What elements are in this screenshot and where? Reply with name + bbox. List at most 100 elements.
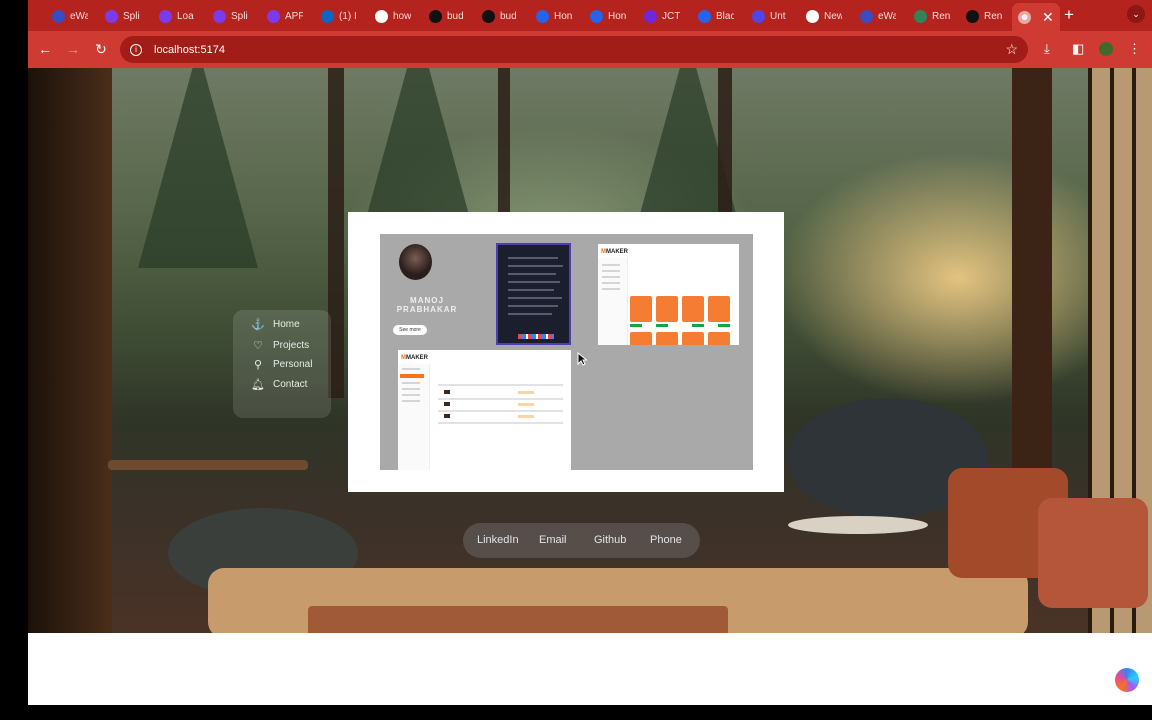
tab-17[interactable]: Ren bbox=[966, 4, 1002, 28]
profile-avatar[interactable] bbox=[1099, 42, 1113, 56]
tab-5[interactable]: (1) I bbox=[321, 4, 357, 28]
tab-12[interactable]: Blac bbox=[698, 4, 734, 28]
nav-item-personal[interactable]: ⚲ Personal bbox=[251, 358, 313, 371]
shot-line bbox=[508, 265, 563, 267]
globe-icon: ◍ bbox=[1018, 10, 1031, 24]
tab-0[interactable]: eWa bbox=[52, 4, 88, 28]
tab-label: JCT bbox=[662, 10, 680, 22]
shot-product bbox=[708, 332, 730, 345]
nav-item-contact[interactable]: 🔔︎ Contact bbox=[251, 378, 307, 391]
shot-row bbox=[438, 422, 563, 424]
back-arrow-icon[interactable]: ← bbox=[36, 40, 54, 58]
social-link-phone[interactable]: Phone bbox=[650, 534, 682, 546]
shot-sidebar-line bbox=[602, 276, 620, 278]
nav-item-label: Personal bbox=[273, 359, 313, 370]
scene-left-frame bbox=[28, 68, 112, 633]
tab-active[interactable]: ◍ ✕ bbox=[1012, 3, 1060, 31]
apf-icon bbox=[267, 9, 280, 23]
shot-thumb bbox=[444, 390, 450, 394]
project-preview-card[interactable]: MANOJ PRABHAKAR See more MMAKER MMAKER bbox=[348, 212, 784, 492]
shot-button bbox=[630, 324, 642, 327]
c-icon bbox=[536, 9, 549, 23]
shot-row bbox=[438, 398, 563, 400]
download-icon[interactable]: ⤓ bbox=[1044, 41, 1050, 57]
shot-sidebar bbox=[398, 364, 430, 470]
social-link-github[interactable]: Github bbox=[594, 534, 626, 546]
heart-icon: ♡ bbox=[253, 340, 263, 352]
preview-shot-table: MMAKER bbox=[398, 350, 571, 470]
shot-sidebar-line bbox=[402, 394, 420, 396]
tab-3[interactable]: Spli bbox=[213, 4, 249, 28]
tab-11[interactable]: JCT bbox=[644, 4, 680, 28]
preview-name: MANOJ PRABHAKAR bbox=[396, 296, 458, 314]
shot-product bbox=[630, 332, 652, 345]
shot-product bbox=[630, 296, 652, 322]
tab-6[interactable]: how bbox=[375, 4, 411, 28]
url-text: localhost:5174 bbox=[154, 43, 225, 56]
shot-line bbox=[508, 281, 560, 283]
shot-button bbox=[692, 324, 704, 327]
tab-label: (1) I bbox=[339, 10, 357, 22]
tab-label: how bbox=[393, 10, 411, 22]
shot-button bbox=[656, 324, 668, 327]
tab-13[interactable]: Unt bbox=[752, 4, 788, 28]
tab-8[interactable]: bud bbox=[482, 4, 518, 28]
github-icon bbox=[482, 9, 495, 23]
info-icon[interactable]: i bbox=[130, 43, 142, 56]
shot-pill bbox=[518, 403, 534, 406]
chevron-down-icon[interactable]: ⌄ bbox=[1127, 5, 1145, 23]
c-icon bbox=[698, 9, 711, 23]
social-links-bar: LinkedIn Email Github Phone bbox=[463, 523, 700, 558]
tab-1[interactable]: Spli bbox=[105, 4, 141, 28]
shot-button bbox=[718, 324, 730, 327]
anchor-icon: ⚓ bbox=[251, 319, 265, 331]
tab-label: bud bbox=[500, 10, 517, 22]
shot-product bbox=[682, 332, 704, 345]
nav-item-home[interactable]: ⚓ Home bbox=[251, 318, 300, 331]
scene-side-table bbox=[788, 516, 928, 534]
shot-sidebar-line bbox=[602, 264, 620, 266]
tab-label: Ren bbox=[932, 10, 950, 22]
see-more-button[interactable]: See more bbox=[393, 325, 427, 335]
tab-label: APF bbox=[285, 10, 303, 22]
scene-right-frame bbox=[1012, 68, 1052, 488]
doc-icon bbox=[752, 9, 765, 23]
tab-label: eWa bbox=[70, 10, 88, 22]
ewa-icon bbox=[860, 9, 873, 23]
forward-arrow-icon[interactable]: → bbox=[64, 40, 82, 58]
tab-7[interactable]: bud bbox=[429, 4, 465, 28]
close-icon[interactable]: ✕ bbox=[1042, 9, 1054, 26]
tab-15[interactable]: eWa bbox=[860, 4, 896, 28]
shot-sidebar-line bbox=[402, 368, 420, 370]
page-footer-area bbox=[28, 633, 1152, 705]
tab-9[interactable]: Hon bbox=[536, 4, 572, 28]
kebab-menu-icon[interactable]: ⋮ bbox=[1128, 41, 1141, 57]
assistant-orb-icon[interactable] bbox=[1115, 668, 1139, 692]
tab-16[interactable]: Ren bbox=[914, 4, 950, 28]
shot-dock bbox=[518, 334, 554, 339]
nav-item-projects[interactable]: ♡ Projects bbox=[251, 339, 309, 352]
shot-sidebar bbox=[598, 258, 628, 345]
linkedin-icon bbox=[321, 9, 334, 23]
tab-14[interactable]: New bbox=[806, 4, 842, 28]
google-icon bbox=[375, 9, 388, 23]
star-icon[interactable]: ☆ bbox=[1005, 41, 1018, 58]
tab-label: Blac bbox=[716, 10, 734, 22]
tab-10[interactable]: Hon bbox=[590, 4, 626, 28]
social-link-linkedin[interactable]: LinkedIn bbox=[477, 534, 519, 546]
social-link-email[interactable]: Email bbox=[539, 534, 567, 546]
tab-4[interactable]: APF bbox=[267, 4, 303, 28]
side-panel-icon[interactable]: ◧ bbox=[1072, 41, 1084, 57]
side-navigation: ⚓ Home ♡ Projects ⚲ Personal 🔔︎ Contact bbox=[233, 310, 331, 418]
reload-icon[interactable]: ↻ bbox=[92, 40, 110, 58]
new-tab-button[interactable]: + bbox=[1064, 5, 1074, 25]
shot-thumb bbox=[444, 402, 450, 406]
address-bar[interactable]: i localhost:5174 ☆ bbox=[120, 36, 1028, 63]
shot-line bbox=[508, 297, 562, 299]
shot-sidebar-line bbox=[602, 282, 620, 284]
split-icon bbox=[213, 9, 226, 23]
preview-shot-dark bbox=[496, 243, 571, 345]
tab-label: Hon bbox=[608, 10, 626, 22]
tab-label: eWa bbox=[878, 10, 896, 22]
tab-2[interactable]: Loa bbox=[159, 4, 195, 28]
